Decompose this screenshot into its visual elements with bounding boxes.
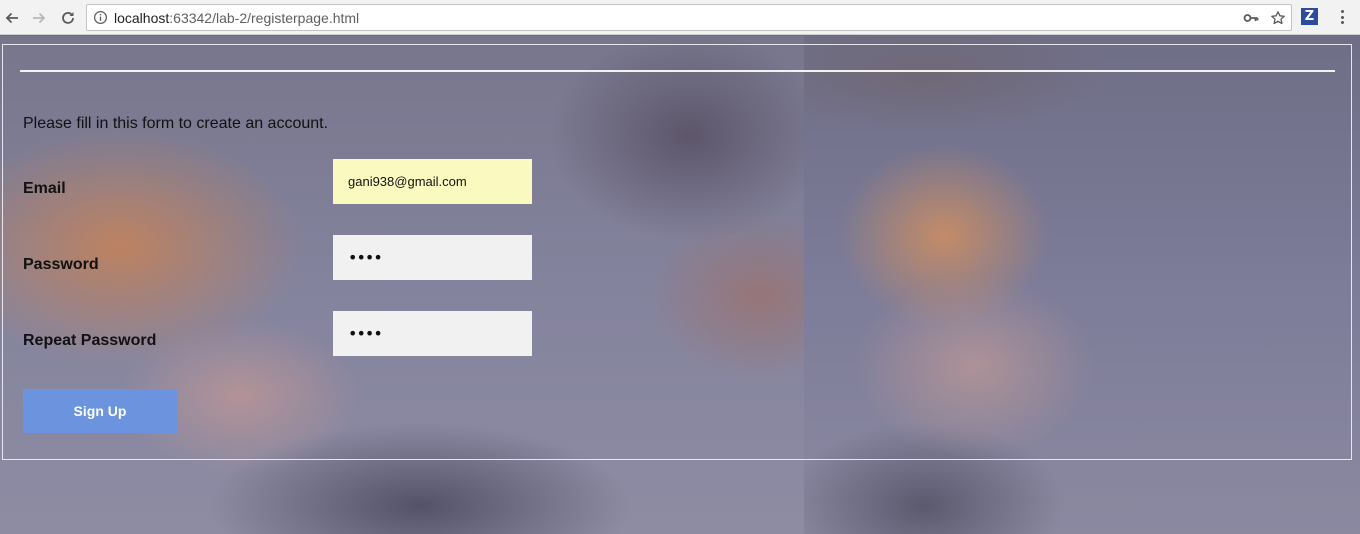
register-form: Please fill in this form to create an ac… — [2, 44, 1352, 460]
url-text: localhost:63342/lab-2/registerpage.html — [114, 10, 359, 26]
repeat-password-label: Repeat Password — [23, 332, 157, 349]
page-viewport: Please fill in this form to create an ac… — [0, 36, 1360, 534]
reload-icon[interactable] — [57, 7, 79, 29]
email-label: Email — [23, 180, 66, 197]
address-bar[interactable]: localhost:63342/lab-2/registerpage.html — [86, 4, 1292, 31]
key-icon[interactable] — [1243, 10, 1259, 26]
forward-icon[interactable] — [28, 7, 50, 29]
divider — [20, 70, 1335, 72]
info-icon[interactable] — [93, 10, 108, 25]
star-icon[interactable] — [1270, 10, 1286, 26]
back-icon[interactable] — [1, 7, 23, 29]
menu-icon[interactable] — [1334, 8, 1350, 26]
password-field[interactable]: •••• — [333, 235, 532, 280]
url-host: localhost — [114, 10, 170, 26]
z-extension-icon[interactable]: Z — [1301, 8, 1318, 25]
url-path: :63342/lab-2/registerpage.html — [169, 10, 360, 26]
browser-toolbar: localhost:63342/lab-2/registerpage.html … — [0, 0, 1360, 35]
form-intro: Please fill in this form to create an ac… — [23, 115, 329, 132]
sign-up-button[interactable]: Sign Up — [23, 389, 177, 433]
repeat-password-field[interactable]: •••• — [333, 311, 532, 356]
password-label: Password — [23, 256, 99, 273]
email-field[interactable]: gani938@gmail.com — [333, 159, 532, 204]
